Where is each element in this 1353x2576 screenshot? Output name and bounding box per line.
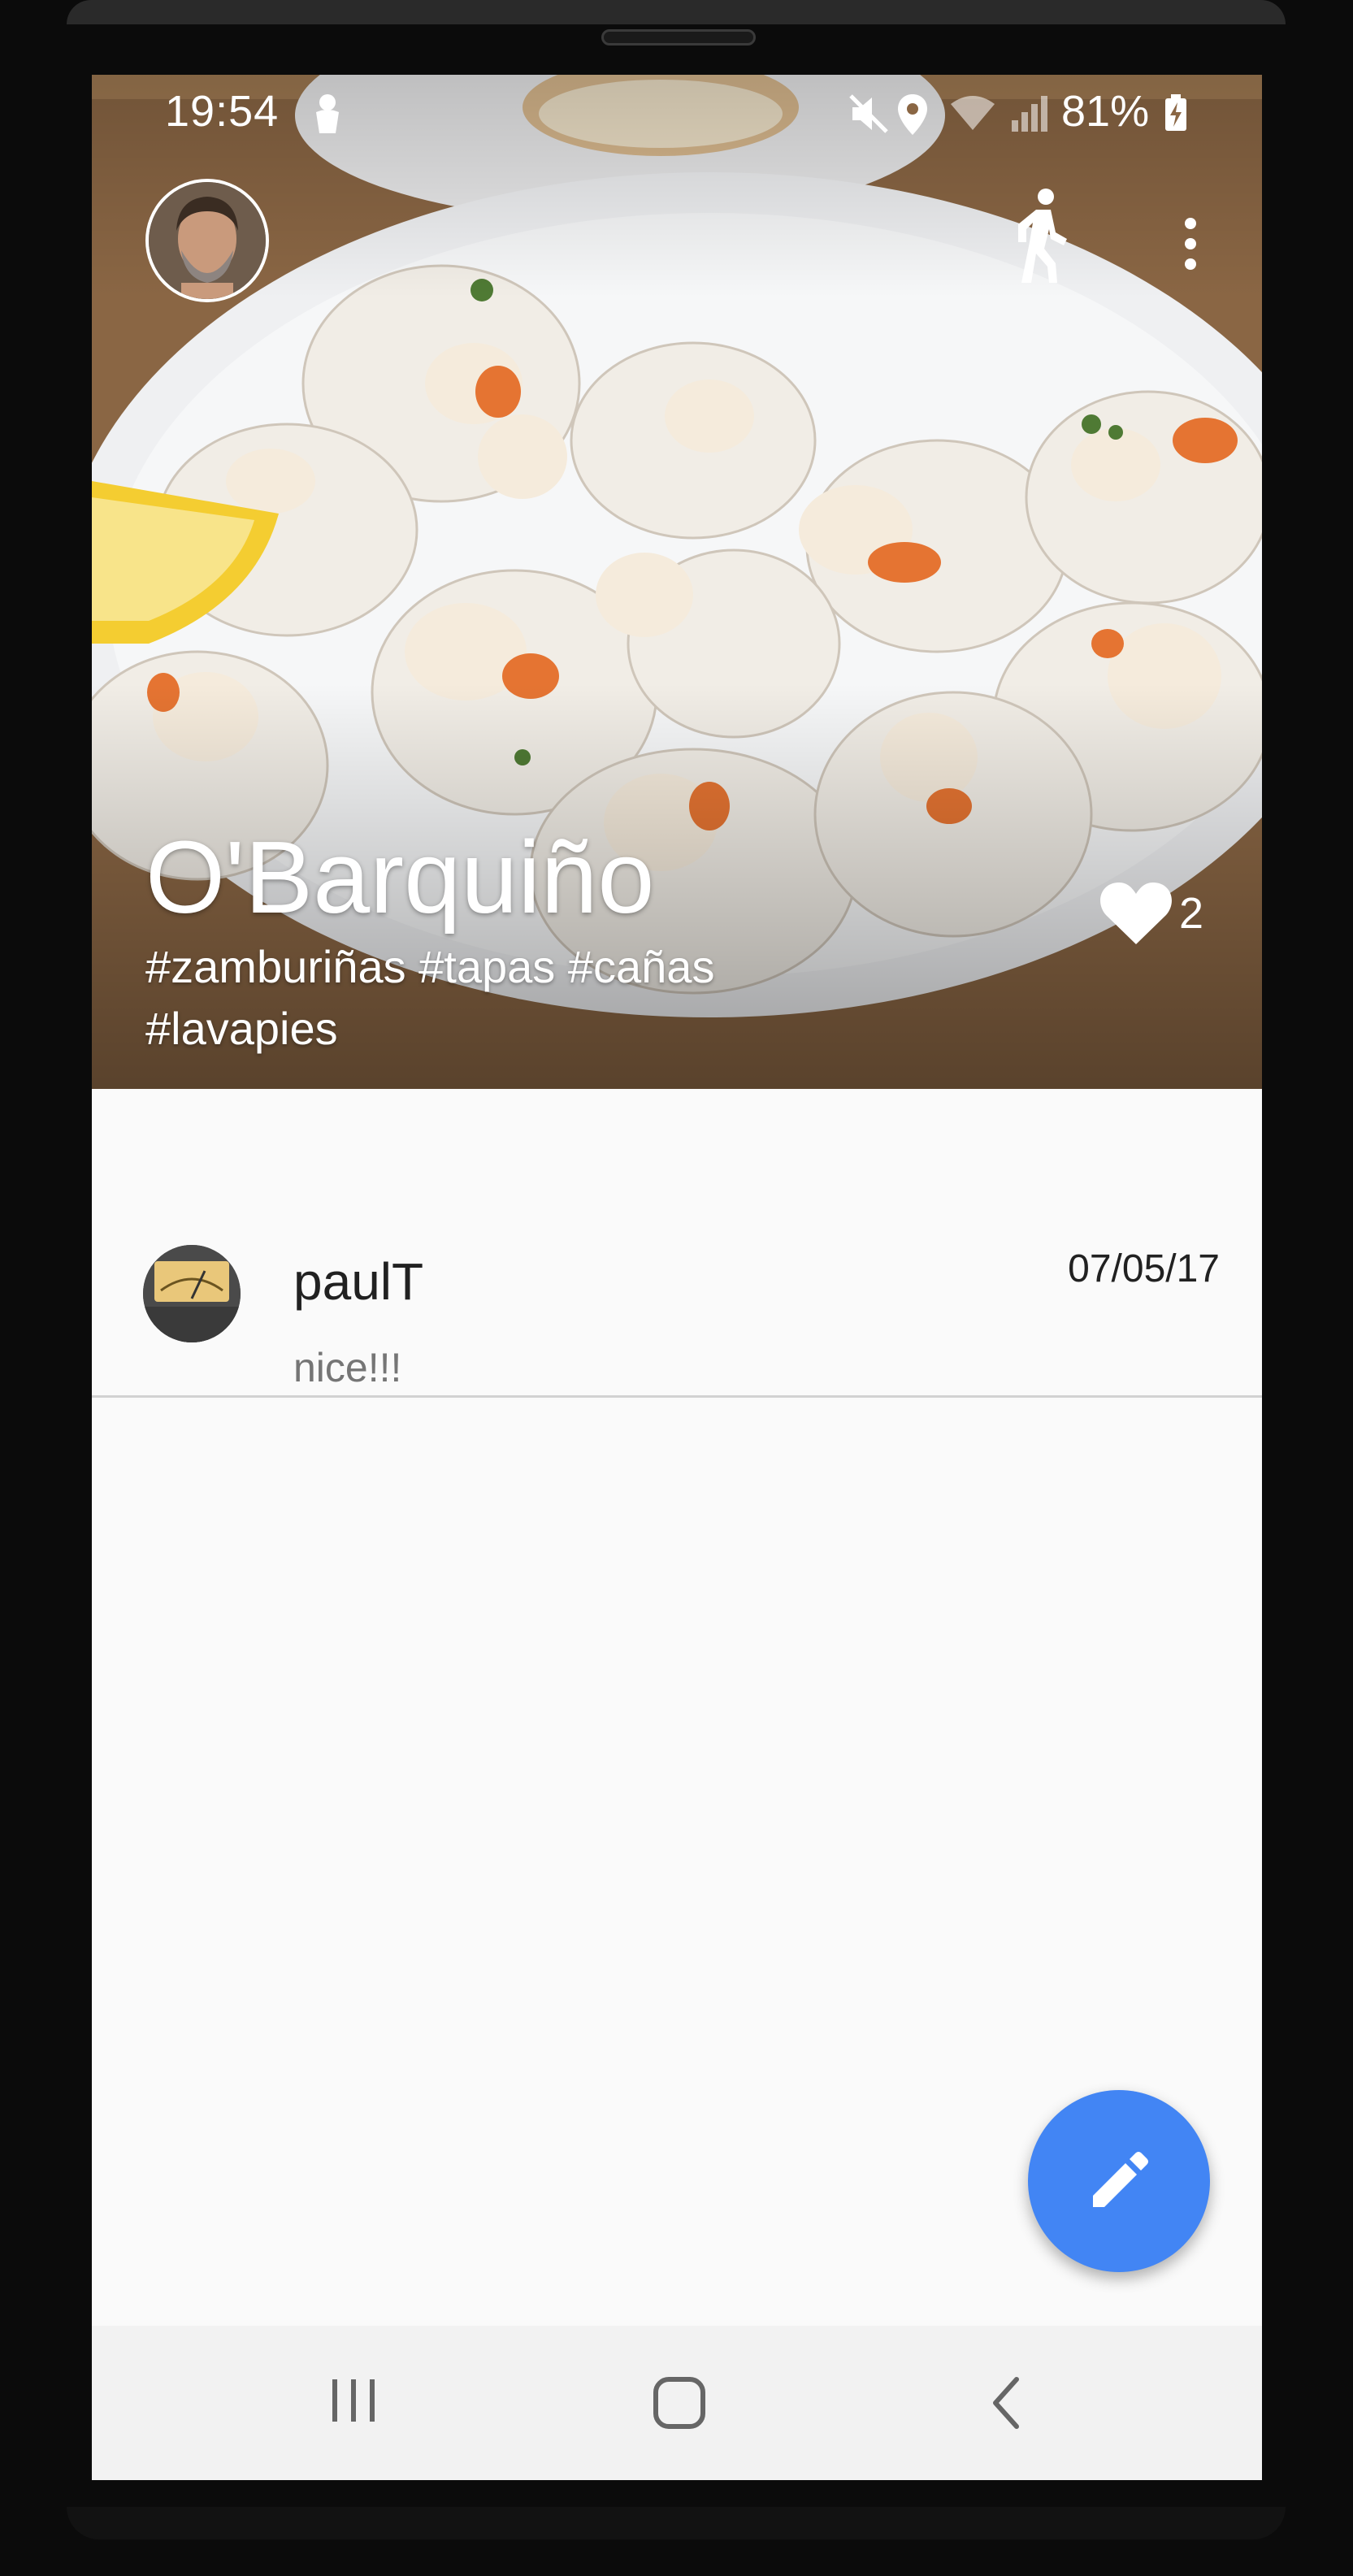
like-button[interactable]: 2 (1099, 873, 1203, 954)
place-tags: #zamburiñas #tapas #cañas #lavapies (145, 941, 715, 1054)
place-title: O'Barquiño (145, 820, 655, 935)
mute-icon (849, 94, 888, 133)
device-top-rim (67, 0, 1286, 24)
signal-icon (1012, 96, 1047, 132)
battery-charging-icon (1165, 94, 1186, 131)
device-bottom-rim (67, 2507, 1286, 2539)
home-icon[interactable] (651, 2374, 708, 2431)
app-screen: 19:54 81% O'Barquiño #zamburiñas #tapas … (92, 75, 1262, 2480)
ninja-notification-icon (316, 94, 339, 133)
directions-walk-icon[interactable] (1010, 189, 1072, 284)
back-icon[interactable] (984, 2374, 1030, 2431)
user-avatar[interactable] (145, 179, 269, 302)
heart-icon (1100, 883, 1172, 944)
earpiece-speaker (601, 29, 756, 46)
phone-frame: 19:54 81% O'Barquiño #zamburiñas #tapas … (0, 0, 1353, 2576)
comment-date: 07/05/17 (1068, 1247, 1220, 1290)
status-bar: 19:54 81% (92, 75, 1262, 156)
comment-item[interactable]: paulT 07/05/17 nice!!! (92, 1204, 1262, 1398)
system-navigation-bar (92, 2326, 1262, 2480)
wifi-icon (951, 96, 995, 130)
recent-apps-icon[interactable] (327, 2374, 379, 2426)
status-time: 19:54 (165, 87, 280, 136)
comment-username: paulT (293, 1252, 424, 1311)
edit-pencil-icon (1093, 2152, 1148, 2207)
write-comment-fab[interactable] (1028, 2090, 1210, 2272)
comment-text: nice!!! (293, 1345, 402, 1390)
comment-avatar[interactable] (143, 1245, 241, 1342)
user-avatar-image (149, 182, 266, 299)
battery-percentage: 81% (1061, 87, 1150, 136)
vu-meter-avatar-image (143, 1245, 241, 1342)
like-count: 2 (1179, 889, 1204, 938)
location-icon (898, 94, 927, 135)
more-vert-icon[interactable] (1181, 217, 1200, 271)
